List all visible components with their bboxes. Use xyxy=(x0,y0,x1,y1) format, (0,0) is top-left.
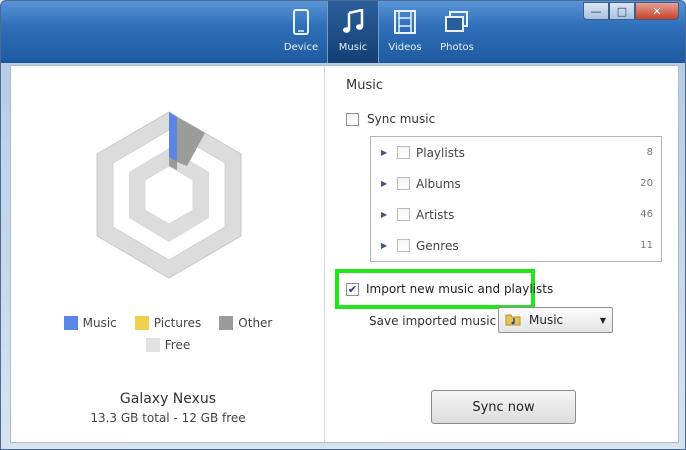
expand-arrow-icon[interactable]: ▶ xyxy=(381,179,391,188)
section-title: Music xyxy=(346,78,383,93)
tree-item-label: Playlists xyxy=(416,145,465,160)
legend-pictures: Pictures xyxy=(134,316,202,330)
save-location-label: Save imported music to xyxy=(369,314,513,328)
minimize-button[interactable]: — xyxy=(583,2,609,20)
music-folder-icon xyxy=(505,312,521,329)
tab-strip: Device Music Videos Photos xyxy=(275,1,483,63)
tree-item-count: 8 xyxy=(646,147,653,158)
legend-music-label: Music xyxy=(82,316,117,330)
device-capacity: 13.3 GB total - 12 GB free xyxy=(90,411,246,425)
tree-item-label: Albums xyxy=(416,176,461,191)
content-area: Music Pictures Other Free Galaxy Nexus 1… xyxy=(10,65,679,443)
tab-music-label: Music xyxy=(338,42,368,53)
tree-item-count: 46 xyxy=(640,209,653,220)
expand-arrow-icon[interactable]: ▶ xyxy=(381,210,391,219)
legend-music: Music xyxy=(63,316,117,330)
tree-item-count: 20 xyxy=(640,178,653,189)
tab-videos[interactable]: Videos xyxy=(379,1,431,63)
tab-photos[interactable]: Photos xyxy=(431,1,483,63)
save-location-dropdown[interactable]: Music ▼ xyxy=(498,307,613,333)
tree-item-label: Genres xyxy=(416,238,459,253)
chevron-down-icon: ▼ xyxy=(599,315,606,325)
expand-arrow-icon[interactable]: ▶ xyxy=(381,241,391,250)
music-swatch xyxy=(63,316,78,330)
other-swatch xyxy=(219,316,234,330)
music-settings-pane: Music Sync music ▶ Playlists 8 ▶ Albums … xyxy=(326,66,678,442)
legend-pictures-label: Pictures xyxy=(153,316,202,330)
film-icon xyxy=(390,6,420,38)
device-name: Galaxy Nexus xyxy=(119,391,217,407)
legend-other: Other xyxy=(219,316,272,330)
sync-music-checkbox[interactable] xyxy=(346,112,359,126)
music-note-icon xyxy=(338,6,368,38)
sync-music-label: Sync music xyxy=(367,112,436,126)
import-checkbox[interactable]: ✔ xyxy=(346,282,359,296)
device-pane: Music Pictures Other Free Galaxy Nexus 1… xyxy=(11,66,325,442)
tree-row-albums[interactable]: ▶ Albums 20 xyxy=(371,168,661,199)
storage-hexagon-graphic xyxy=(96,111,242,279)
tree-item-count: 11 xyxy=(640,240,653,251)
free-swatch xyxy=(145,338,160,352)
dropdown-value: Music xyxy=(529,313,564,327)
tab-photos-label: Photos xyxy=(440,42,474,53)
storage-legend: Music Pictures Other Free xyxy=(11,316,325,360)
tab-videos-label: Videos xyxy=(388,42,422,53)
playlists-checkbox[interactable] xyxy=(397,146,410,159)
photos-icon xyxy=(442,6,472,38)
phone-icon xyxy=(286,6,316,38)
import-label: Import new music and playlists xyxy=(366,282,554,296)
title-bar: Device Music Videos Photos — □ ✕ xyxy=(1,1,685,63)
sync-music-option[interactable]: Sync music xyxy=(346,112,435,126)
tree-row-artists[interactable]: ▶ Artists 46 xyxy=(371,199,661,230)
tab-music[interactable]: Music xyxy=(327,1,379,63)
expand-arrow-icon[interactable]: ▶ xyxy=(381,148,391,157)
legend-other-label: Other xyxy=(238,316,273,330)
legend-free: Free xyxy=(145,338,191,352)
tree-row-playlists[interactable]: ▶ Playlists 8 xyxy=(371,137,661,168)
window-controls: — □ ✕ xyxy=(583,2,679,20)
sync-now-button[interactable]: Sync now xyxy=(431,390,576,424)
tab-device[interactable]: Device xyxy=(275,1,327,63)
artists-checkbox[interactable] xyxy=(397,208,410,221)
import-option[interactable]: ✔ Import new music and playlists xyxy=(346,282,553,296)
albums-checkbox[interactable] xyxy=(397,177,410,190)
close-button[interactable]: ✕ xyxy=(635,2,679,20)
maximize-button[interactable]: □ xyxy=(609,2,635,20)
music-category-tree: ▶ Playlists 8 ▶ Albums 20 ▶ Artists 46 ▶… xyxy=(370,136,662,262)
tree-row-genres[interactable]: ▶ Genres 11 xyxy=(371,230,661,261)
tab-device-label: Device xyxy=(283,42,319,53)
pictures-swatch xyxy=(134,316,149,330)
music-segment xyxy=(169,112,177,162)
genres-checkbox[interactable] xyxy=(397,239,410,252)
legend-free-label: Free xyxy=(164,338,191,352)
app-window: Device Music Videos Photos — □ ✕ Music P… xyxy=(0,0,686,450)
tree-item-label: Artists xyxy=(416,207,455,222)
